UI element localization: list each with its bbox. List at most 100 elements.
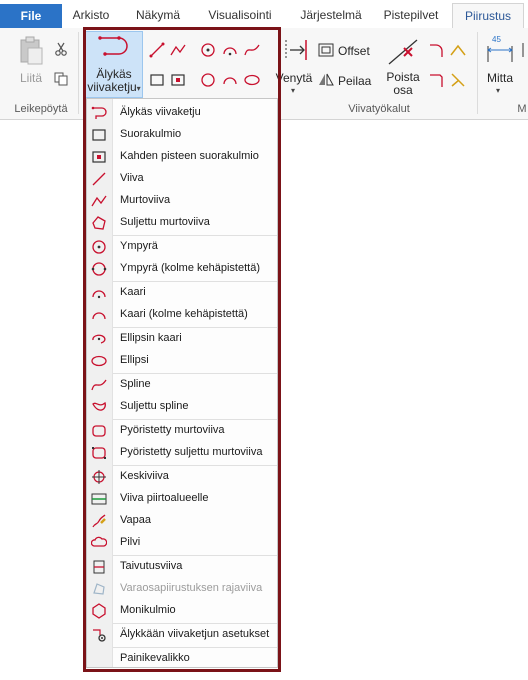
menu-item-label: Suorakulmio <box>120 128 182 140</box>
menu-item-label: Ellipsin kaari <box>120 332 182 344</box>
rounded-closed-polyline-icon <box>91 445 107 461</box>
menu-item-arc[interactable]: Kaari <box>87 282 277 304</box>
cut-icon[interactable] <box>54 42 68 56</box>
smart-polyline-button[interactable]: Älykäs viivaketju▾ <box>85 31 143 98</box>
freehand-icon <box>91 513 107 529</box>
offset-icon[interactable] <box>318 43 334 57</box>
menu-item-cloud[interactable]: Pilvi <box>87 532 277 554</box>
menu-item-polyline[interactable]: Murtoviiva <box>87 190 277 212</box>
menu-item-circle-three-point[interactable]: Ympyrä (kolme kehäpistettä) <box>87 258 277 280</box>
spline-icon[interactable] <box>244 42 260 58</box>
tab-arkisto[interactable]: Arkisto <box>62 3 120 28</box>
paste-icon[interactable] <box>18 36 44 66</box>
menu-item-label: Pyöristetty suljettu murtoviiva <box>120 446 263 458</box>
bend-line-icon <box>91 559 107 575</box>
tab-visualisointi[interactable]: Visualisointi <box>196 3 284 28</box>
join-lines-icon[interactable] <box>450 72 466 88</box>
paste-label: Liitä <box>19 71 42 85</box>
tab-file[interactable]: File <box>0 4 62 28</box>
tab-jarjestelma[interactable]: Järjestelmä <box>287 3 375 28</box>
menu-item-label: Pyöristetty murtoviiva <box>120 424 225 436</box>
menu-item-line-to-drawing-area[interactable]: Viiva piirtoalueelle <box>87 488 277 510</box>
menu-item-spline[interactable]: Spline <box>87 374 277 396</box>
circle-three-point-icon[interactable] <box>200 72 216 88</box>
trim-corner-icon[interactable] <box>428 72 444 88</box>
line-tools-group-label: Viivatyökalut <box>348 103 410 115</box>
menu-item-smart-polyline[interactable]: Älykäs viivaketju <box>87 102 277 124</box>
polyline-icon[interactable] <box>170 42 186 58</box>
group-separator <box>78 32 79 114</box>
arc-icon <box>91 285 107 301</box>
line-icon[interactable] <box>149 42 165 58</box>
menu-item-label: Kaari (kolme kehäpistettä) <box>120 308 248 320</box>
circle-icon[interactable] <box>200 42 216 58</box>
ribbon-tab-bar: File Arkisto Näkymä Visualisointi Järjes… <box>0 0 528 29</box>
polygon-icon <box>91 603 107 619</box>
menu-item-button-menu[interactable]: Painikevalikko <box>87 648 277 670</box>
menu-item-label: Kahden pisteen suorakulmio <box>120 150 259 162</box>
menu-item-label: Murtoviiva <box>120 194 171 206</box>
two-point-rectangle-icon[interactable] <box>170 72 186 88</box>
menu-item-smart-polyline-settings[interactable]: Älykkään viivaketjun asetukset <box>87 624 277 646</box>
tab-piirustus[interactable]: Piirustus <box>452 3 524 29</box>
extend-icon[interactable] <box>284 36 308 64</box>
tab-pistepilvet[interactable]: Pistepilvet <box>374 3 448 28</box>
menu-item-rectangle[interactable]: Suorakulmio <box>87 124 277 146</box>
menu-item-closed-polyline[interactable]: Suljettu murtoviiva <box>87 212 277 234</box>
menu-item-ellipse-arc[interactable]: Ellipsin kaari <box>87 328 277 350</box>
mirror-icon[interactable] <box>318 72 334 86</box>
menu-item-label: Suljettu murtoviiva <box>120 216 210 228</box>
circle-icon <box>91 239 107 255</box>
line-to-drawing-area-icon <box>91 491 107 507</box>
menu-item-polygon[interactable]: Monikulmio <box>87 600 277 622</box>
remove-part-icon[interactable] <box>387 38 419 66</box>
menu-item-label: Varaosapiirustuksen rajaviiva <box>120 582 263 594</box>
dimension-dropdown-arrow[interactable]: ▾ <box>496 86 500 95</box>
menu-item-ellipse[interactable]: Ellipsi <box>87 350 277 372</box>
tab-nakyma[interactable]: Näkymä <box>126 3 190 28</box>
chevron-down-icon[interactable]: ▾ <box>137 84 141 93</box>
smart-polyline-icon <box>91 105 107 121</box>
spare-part-boundary-icon <box>91 581 107 597</box>
menu-item-rounded-closed-polyline[interactable]: Pyöristetty suljettu murtoviiva <box>87 442 277 464</box>
menu-item-bend-line[interactable]: Taivutusviiva <box>87 556 277 578</box>
menu-item-label: Painikevalikko <box>120 652 190 664</box>
menu-item-circle[interactable]: Ympyrä <box>87 236 277 258</box>
chamfer-icon[interactable] <box>450 42 466 58</box>
menu-item-rounded-polyline[interactable]: Pyöristetty murtoviiva <box>87 420 277 442</box>
closed-spline-icon <box>91 399 107 415</box>
menu-item-freehand[interactable]: Vapaa <box>87 510 277 532</box>
menu-item-closed-spline[interactable]: Suljettu spline <box>87 396 277 418</box>
smart-polyline-dropdown-menu: Älykäs viivaketju Suorakulmio Kahden piste… <box>86 98 278 668</box>
ellipse-icon[interactable] <box>244 72 260 88</box>
rectangle-icon[interactable] <box>149 72 165 88</box>
extend-dropdown-arrow[interactable]: ▾ <box>291 86 295 95</box>
menu-item-label: Vapaa <box>120 514 151 526</box>
arc-three-point-icon <box>91 307 107 323</box>
dimension-group-label: M <box>517 103 527 115</box>
remove-part-label-2: osa <box>393 83 413 97</box>
fillet-icon[interactable] <box>428 42 444 58</box>
smart-polyline-settings-icon <box>91 627 107 643</box>
two-point-rectangle-icon <box>91 149 107 165</box>
menu-item-line[interactable]: Viiva <box>87 168 277 190</box>
arc-three-point-icon[interactable] <box>222 72 238 88</box>
polyline-icon <box>91 193 107 209</box>
line-icon <box>91 171 107 187</box>
menu-item-label: Ellipsi <box>120 354 149 366</box>
arc-icon[interactable] <box>222 42 238 58</box>
copy-icon[interactable] <box>54 72 68 86</box>
menu-item-two-point-rectangle[interactable]: Kahden pisteen suorakulmio <box>87 146 277 168</box>
menu-item-arc-three-point[interactable]: Kaari (kolme kehäpistettä) <box>87 304 277 326</box>
menu-item-label: Viiva <box>120 172 144 184</box>
rectangle-icon <box>91 127 107 143</box>
menu-item-label: Suljettu spline <box>120 400 189 412</box>
extend-label: Venytä <box>275 71 313 85</box>
group-separator <box>477 32 478 114</box>
cloud-icon <box>90 535 108 551</box>
menu-item-label: Älykäs viivaketju <box>120 106 201 118</box>
dimension-extra-icon[interactable] <box>522 42 528 58</box>
menu-item-centerline[interactable]: Keskiviiva <box>87 466 277 488</box>
ellipse-icon <box>91 353 107 369</box>
menu-item-label: Ympyrä (kolme kehäpistettä) <box>120 262 260 274</box>
